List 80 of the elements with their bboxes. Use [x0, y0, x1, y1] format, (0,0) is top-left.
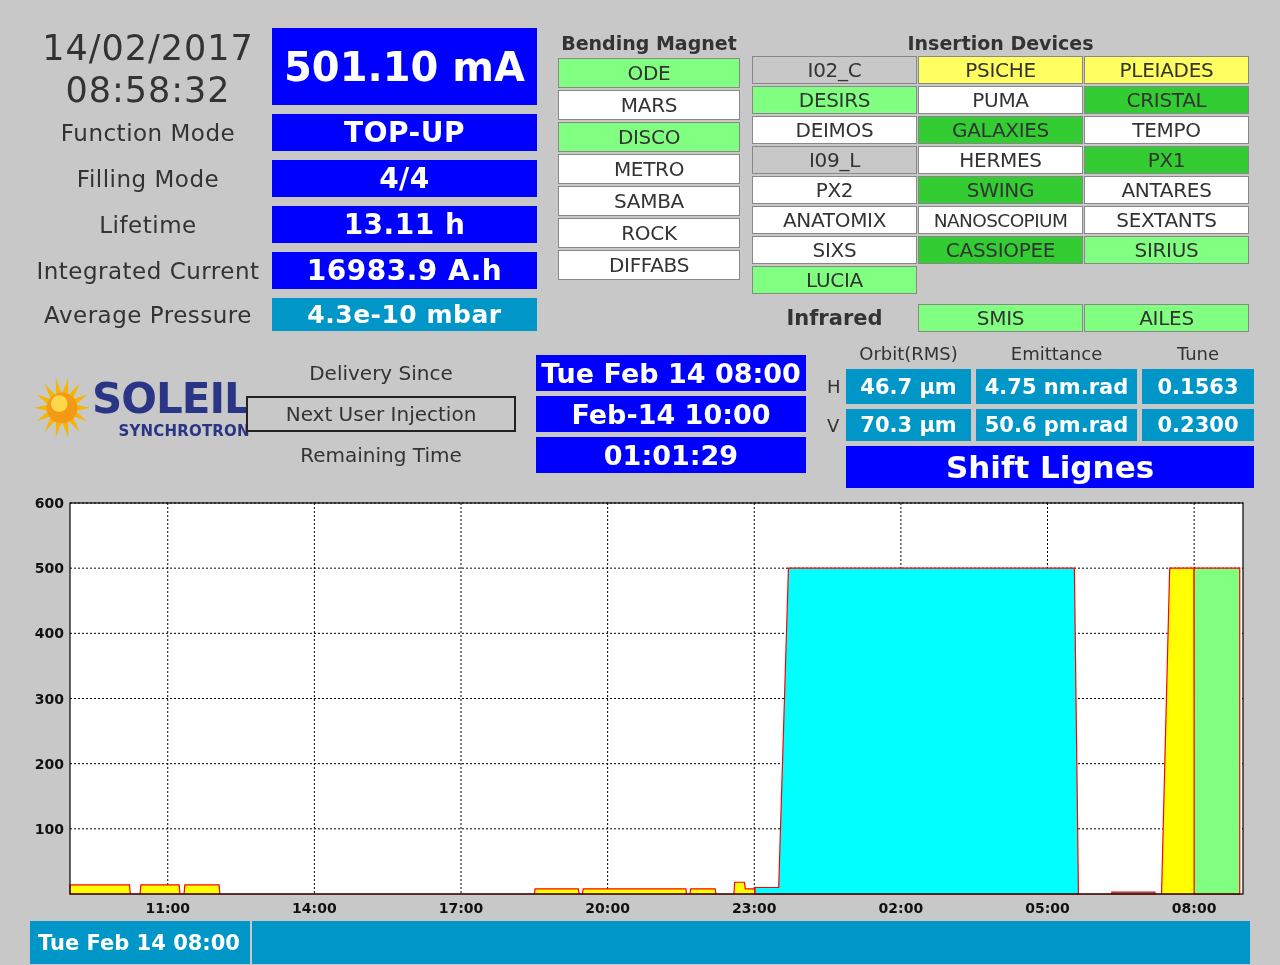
beamline-status: PX2: [752, 176, 917, 204]
y-axis-label: 600: [34, 496, 64, 511]
x-axis-label: 17:00: [438, 900, 484, 916]
section-title: Insertion Devices: [906, 31, 1095, 56]
beamline-status: HERMES: [918, 146, 1083, 174]
y-axis-label: 400: [34, 625, 64, 642]
beamline-status: ODE: [558, 58, 740, 88]
column-header: Emittance: [1009, 344, 1104, 364]
delivery-label: Remaining Time: [299, 442, 463, 469]
beamline-status: SIXS: [752, 236, 917, 264]
beamline-status: AILES: [1084, 304, 1249, 332]
y-axis-label: 200: [34, 755, 64, 772]
parameter-label: Filling Mode: [75, 164, 221, 194]
parameter-value: 0.1563: [1142, 369, 1254, 404]
delivery-value: Tue Feb 14 08:00: [536, 355, 806, 391]
time-text: 08:58:32: [65, 68, 231, 111]
x-axis-label: 20:00: [585, 900, 630, 916]
beam-current-display: 501.10 mA: [272, 28, 537, 105]
shift-banner: Shift Lignes: [846, 446, 1254, 488]
column-header: Orbit(RMS): [858, 344, 959, 364]
beamline-status: ROCK: [558, 218, 740, 248]
section-title: Infrared: [785, 305, 884, 332]
x-axis-label: 14:00: [292, 900, 337, 916]
beamline-status: DESIRS: [752, 86, 917, 114]
beamline-status: TEMPO: [1084, 116, 1249, 144]
parameter-value: 46.7 µm: [846, 369, 971, 404]
beamline-status: SEXTANTS: [1084, 206, 1249, 234]
status-date: Tue Feb 14 08:00: [30, 921, 250, 964]
x-axis-label: 08:00: [1171, 900, 1217, 916]
beamline-status: SAMBA: [558, 186, 740, 216]
beamline-status: PSICHE: [918, 56, 1083, 84]
section-title: Bending Magnet: [560, 31, 738, 56]
parameter-label: Integrated Current: [35, 256, 261, 286]
x-axis-label: 11:00: [145, 900, 191, 916]
beamline-status: I09_L: [752, 146, 917, 174]
beamline-status: DIFFABS: [558, 250, 740, 280]
delivery-label: Next User Injection: [246, 396, 516, 432]
delivery-value: 01:01:29: [536, 437, 806, 473]
beamline-status: CASSIOPEE: [918, 236, 1083, 264]
beamline-status: SIRIUS: [1084, 236, 1249, 264]
beamline-status: SWING: [918, 176, 1083, 204]
y-axis-label: 300: [34, 690, 64, 707]
parameter-label: Average Pressure: [43, 300, 253, 330]
beamline-status: GALAXIES: [918, 116, 1083, 144]
y-axis-label: 500: [34, 560, 64, 577]
parameter-value: 50.6 pm.rad: [976, 409, 1137, 441]
parameter-value: 4.75 nm.rad: [976, 369, 1137, 404]
parameter-value: TOP-UP: [272, 114, 537, 151]
parameter-value: 4/4: [272, 160, 537, 197]
beamline-status: SMIS: [918, 304, 1083, 332]
beamline-status: ANTARES: [1084, 176, 1249, 204]
date-text: 14/02/2017: [42, 26, 254, 69]
x-axis-label: 02:00: [878, 900, 924, 916]
parameter-value: 70.3 µm: [846, 409, 971, 441]
beamline-status: LUCIA: [752, 266, 917, 294]
y-axis-label: 100: [34, 820, 64, 837]
beamline-status: PX1: [1084, 146, 1249, 174]
parameter-value: 16983.9 A.h: [272, 252, 537, 289]
beamline-status: PLEIADES: [1084, 56, 1249, 84]
beamline-status: DISCO: [558, 122, 740, 152]
column-header: Tune: [1175, 344, 1221, 364]
delivery-value: Feb-14 10:00: [536, 396, 806, 432]
x-axis-label: 23:00: [731, 900, 777, 916]
parameter-value: 0.2300: [1142, 409, 1254, 441]
plane-label: V: [827, 413, 841, 438]
beamline-status: DEIMOS: [752, 116, 917, 144]
parameter-label: Function Mode: [59, 118, 237, 148]
beamline-status: NANOSCOPIUM: [918, 206, 1083, 234]
beamline-status: PUMA: [918, 86, 1083, 114]
delivery-label: Delivery Since: [308, 360, 454, 387]
parameter-label: Lifetime: [98, 210, 198, 240]
beamline-status: METRO: [558, 154, 740, 184]
beamline-status: ANATOMIX: [752, 206, 917, 234]
beamline-status: I02_C: [752, 56, 917, 84]
parameter-value: 4.3e-10 mbar: [272, 298, 537, 331]
x-axis-label: 05:00: [1025, 900, 1070, 916]
beamline-status: MARS: [558, 90, 740, 120]
beamline-status: CRISTAL: [1084, 86, 1249, 114]
plane-label: H: [827, 375, 841, 399]
parameter-value: 13.11 h: [272, 206, 537, 243]
